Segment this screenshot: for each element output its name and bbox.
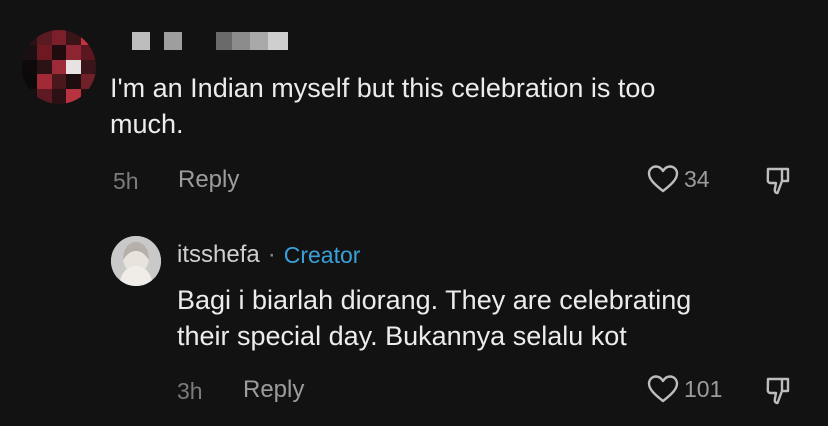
profile-avatar-icon <box>111 236 161 286</box>
comment-text: I'm an Indian myself but this celebratio… <box>110 70 655 142</box>
reply-button[interactable]: Reply <box>243 376 304 404</box>
comment-timestamp: 5h <box>113 168 139 194</box>
comment-text-line: their special day. Bukannya selalu kot <box>177 321 627 351</box>
heart-outline-icon <box>647 165 679 193</box>
comment-text-line: Bagi i biarlah diorang. They are celebra… <box>177 285 692 315</box>
reply-comment: itsshefa · Creator Bagi i biarlah dioran… <box>0 215 828 426</box>
separator-dot: · <box>267 241 276 268</box>
creator-badge: Creator <box>283 241 361 268</box>
like-count: 34 <box>684 165 710 192</box>
like-count: 101 <box>684 375 723 402</box>
reply-header: itsshefa · Creator <box>177 241 360 269</box>
reply-button[interactable]: Reply <box>178 166 239 194</box>
comment-text: Bagi i biarlah diorang. They are celebra… <box>177 282 691 354</box>
like-button[interactable]: 101 <box>646 373 722 405</box>
dislike-button[interactable] <box>762 164 796 203</box>
username-censored[interactable] <box>132 32 288 50</box>
avatar[interactable] <box>22 30 96 104</box>
thumbs-down-outline-icon <box>766 167 790 195</box>
thumbs-down-outline-icon <box>766 377 790 405</box>
username[interactable]: itsshefa <box>177 241 260 269</box>
comment-timestamp: 3h <box>177 378 203 404</box>
dislike-button[interactable] <box>762 374 796 413</box>
comment-text-line: much. <box>110 109 184 139</box>
comment: I'm an Indian myself but this celebratio… <box>0 0 828 215</box>
heart-outline-icon <box>647 375 679 403</box>
comment-text-line: I'm an Indian myself but this celebratio… <box>110 73 656 103</box>
avatar[interactable] <box>111 236 161 286</box>
like-button[interactable]: 34 <box>646 163 710 195</box>
